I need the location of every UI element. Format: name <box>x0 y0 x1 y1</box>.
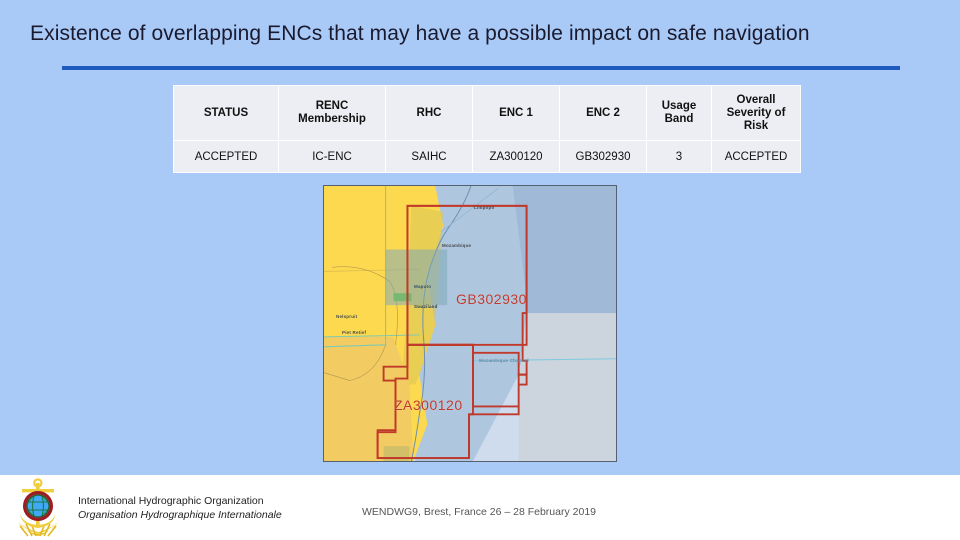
column-header-usage-band: Usage Band <box>647 86 711 140</box>
table-header-row: STATUS RENC Membership RHC ENC 1 ENC 2 U… <box>174 86 800 140</box>
footer-organization-fr: Organisation Hydrographique Internationa… <box>78 509 282 521</box>
page-title: Existence of overlapping ENCs that may h… <box>30 22 810 45</box>
iho-logo <box>16 478 60 537</box>
map-place-piet-retief: Piet Retief <box>342 330 367 335</box>
column-header-overall-line1: Overall <box>736 93 776 106</box>
map-place-mozambique-channel: Mozambique Channel <box>479 358 529 363</box>
map-label-enc2: GB302930 <box>456 291 527 307</box>
map-place-swaziland: Swaziland <box>414 304 438 309</box>
cell-enc2: GB302930 <box>560 141 646 172</box>
column-header-overall-line3: Risk <box>743 119 769 132</box>
map-place-limpopo: Limpopo <box>474 205 495 210</box>
map-label-enc1: ZA300120 <box>394 397 463 413</box>
slide-root: Existence of overlapping ENCs that may h… <box>0 0 960 540</box>
map-place-maputo: Maputo <box>414 284 432 289</box>
column-header-enc2: ENC 2 <box>560 86 646 140</box>
overlapping-enc-risk-table: STATUS RENC Membership RHC ENC 1 ENC 2 U… <box>173 85 801 173</box>
cell-usage-band: 3 <box>647 141 711 172</box>
column-header-usage-band-line1: Usage <box>661 100 697 112</box>
cell-enc1: ZA300120 <box>473 141 559 172</box>
column-header-usage-band-line2: Band <box>664 113 694 125</box>
title-divider <box>62 66 900 70</box>
footer-event-info: WENDWG9, Brest, France 26 – 28 February … <box>362 506 597 518</box>
column-header-overall-severity: Overall Severity of Risk <box>712 86 800 140</box>
cell-overall-severity: ACCEPTED <box>712 141 800 172</box>
slide-footer: International Hydrographic Organization … <box>0 475 960 540</box>
map-place-mozambique: Mozambique <box>442 243 472 248</box>
cell-status: ACCEPTED <box>174 141 278 172</box>
footer-organization: International Hydrographic Organization … <box>78 494 338 522</box>
map-graphic <box>324 186 616 461</box>
column-header-status: STATUS <box>174 86 278 140</box>
column-header-renc-membership: RENC Membership <box>279 86 385 140</box>
column-header-overall-line2: Severity of <box>726 106 786 119</box>
enc-overlap-map: GB302930 ZA300120 Mozambique Limpopo Moz… <box>323 185 617 462</box>
footer-organization-en: International Hydrographic Organization <box>78 495 264 507</box>
column-header-renc-line1: RENC <box>315 100 349 112</box>
map-place-nelspruit: Nelspruit <box>336 314 358 319</box>
cell-rhc: SAIHC <box>386 141 472 172</box>
cell-renc-membership: IC-ENC <box>279 141 385 172</box>
column-header-renc-line2: Membership <box>298 113 366 125</box>
table-row: ACCEPTED IC-ENC SAIHC ZA300120 GB302930 … <box>174 141 800 172</box>
column-header-enc1: ENC 1 <box>473 86 559 140</box>
column-header-rhc: RHC <box>386 86 472 140</box>
